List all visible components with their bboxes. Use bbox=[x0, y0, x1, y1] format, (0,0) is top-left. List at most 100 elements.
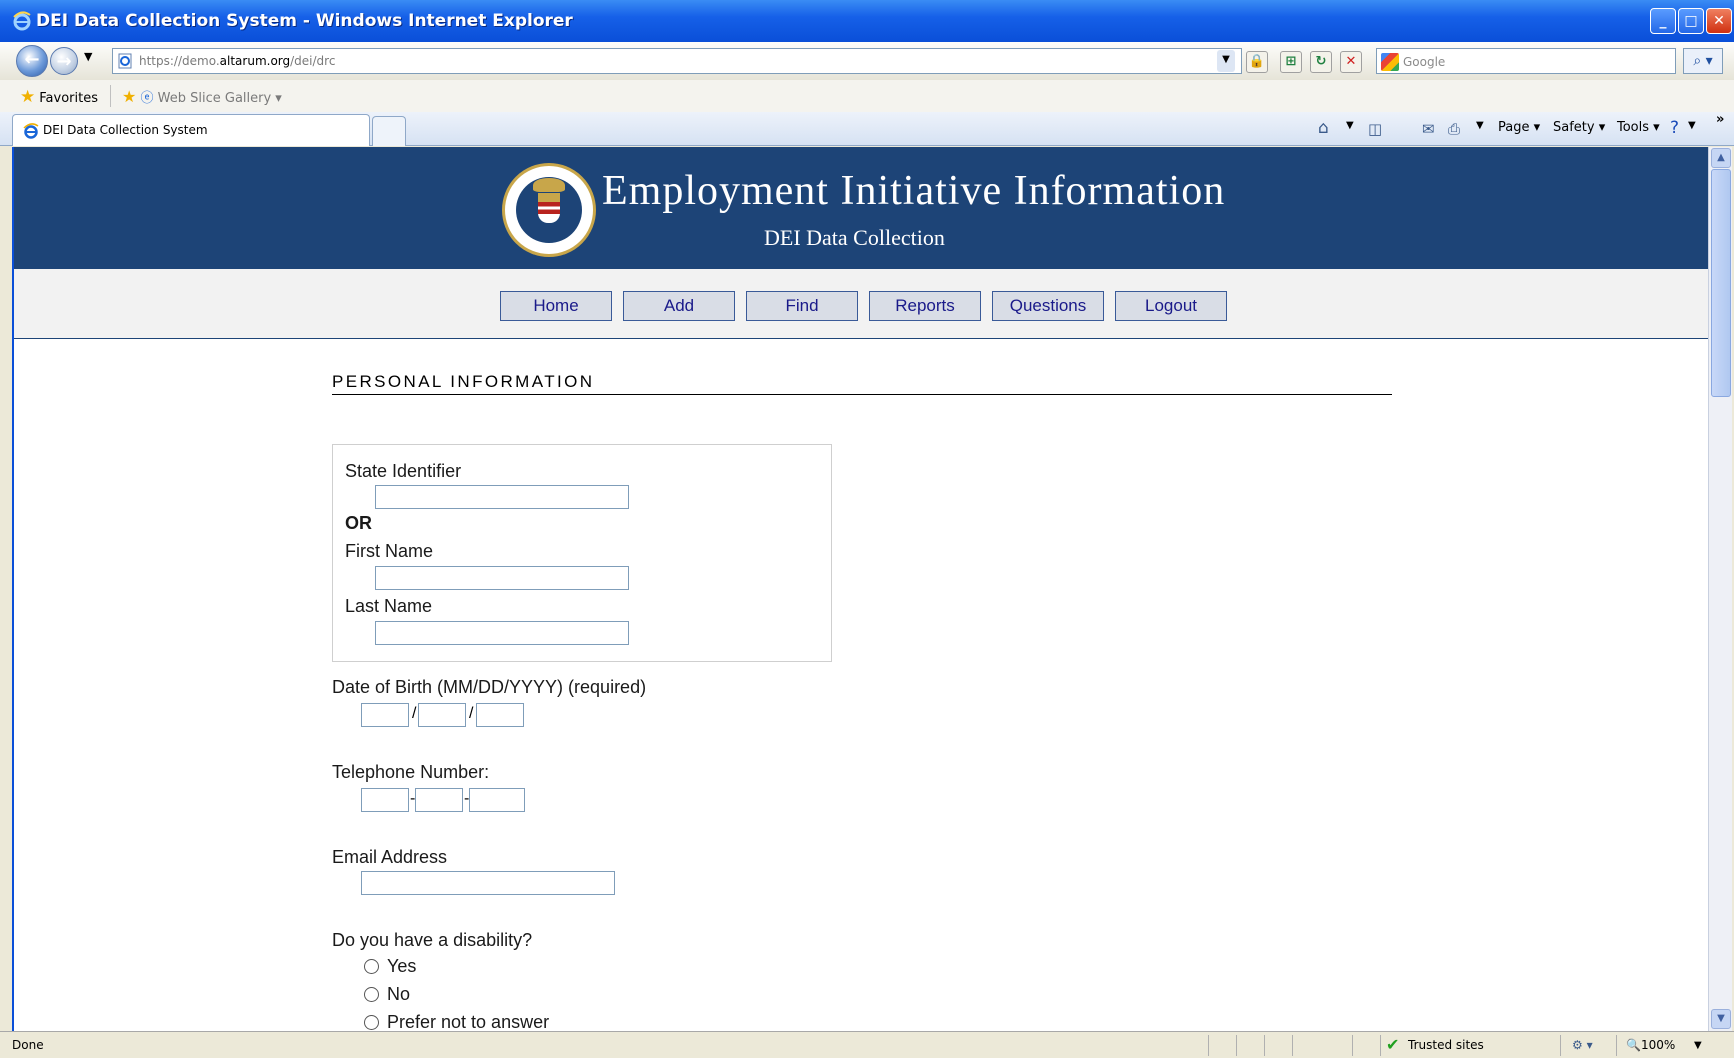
new-tab-button[interactable] bbox=[372, 116, 406, 146]
phone-area-input[interactable] bbox=[361, 788, 409, 812]
maximize-button[interactable]: □ bbox=[1678, 8, 1704, 34]
disability-no-label: No bbox=[387, 984, 411, 1004]
nav-reports-button[interactable]: Reports bbox=[869, 291, 981, 321]
dob-label: Date of Birth (MM/DD/YYYY) (required) bbox=[332, 677, 647, 697]
divider bbox=[1560, 1035, 1561, 1056]
section-divider bbox=[332, 394, 1392, 395]
banner-title: Employment Initiative Information bbox=[602, 168, 1226, 214]
ie-logo-icon bbox=[13, 11, 31, 31]
disability-prefer-not-label: Prefer not to answer bbox=[387, 1012, 550, 1031]
zoom-dropdown[interactable]: ▼ bbox=[1694, 1040, 1702, 1051]
disability-no-radio[interactable] bbox=[364, 987, 379, 1002]
dob-separator: / bbox=[469, 705, 474, 722]
divider bbox=[1208, 1035, 1209, 1056]
safety-menu[interactable]: Safety ▾ bbox=[1553, 120, 1605, 135]
identifier-group: State Identifier OR First Name Last Name bbox=[332, 444, 832, 662]
dob-separator: / bbox=[412, 705, 417, 722]
nav-questions-button[interactable]: Questions bbox=[992, 291, 1104, 321]
zoom-level[interactable]: 🔍100% bbox=[1626, 1038, 1675, 1052]
google-icon bbox=[1381, 53, 1399, 71]
email-input[interactable] bbox=[361, 871, 615, 895]
divider bbox=[110, 85, 111, 107]
ie-tab-icon bbox=[23, 123, 39, 139]
stop-icon[interactable]: ✕ bbox=[1340, 51, 1362, 73]
tab-label: DEI Data Collection System bbox=[43, 123, 208, 137]
phone-line-input[interactable] bbox=[469, 788, 525, 812]
vertical-scrollbar[interactable]: ▲ ▼ bbox=[1708, 147, 1732, 1031]
status-bar: Done ✔ Trusted sites ⚙ ▾ 🔍100% ▼ bbox=[0, 1031, 1734, 1058]
first-name-label: First Name bbox=[345, 541, 434, 561]
favorites-bar: ★ Favorites ★ ⓔ Web Slice Gallery ▾ bbox=[0, 80, 1734, 112]
divider bbox=[1616, 1035, 1617, 1056]
refresh-icon[interactable]: ↻ bbox=[1310, 51, 1332, 73]
help-icon[interactable]: ? bbox=[1670, 118, 1679, 138]
dob-month-input[interactable] bbox=[361, 703, 409, 727]
first-name-input[interactable] bbox=[375, 566, 629, 590]
dob-day-input[interactable] bbox=[418, 703, 466, 727]
phone-prefix-input[interactable] bbox=[415, 788, 463, 812]
eagle-icon bbox=[533, 178, 565, 192]
tools-menu[interactable]: Tools ▾ bbox=[1617, 120, 1660, 135]
nav-home-button[interactable]: Home bbox=[500, 291, 612, 321]
more-chevron-icon[interactable]: » bbox=[1716, 112, 1724, 127]
title-bar: DEI Data Collection System - Windows Int… bbox=[0, 0, 1734, 42]
department-of-labor-seal-logo bbox=[502, 163, 596, 257]
divider bbox=[1352, 1035, 1353, 1056]
dob-year-input[interactable] bbox=[476, 703, 524, 727]
main-nav bbox=[14, 269, 1708, 339]
protected-mode-icon[interactable]: ⚙ ▾ bbox=[1572, 1038, 1593, 1052]
lock-icon[interactable]: 🔒 bbox=[1246, 51, 1268, 73]
recent-pages-dropdown[interactable]: ▼ bbox=[84, 50, 92, 63]
browser-window: DEI Data Collection System - Windows Int… bbox=[0, 0, 1734, 1058]
nav-add-button[interactable]: Add bbox=[623, 291, 735, 321]
scroll-down-arrow-icon[interactable]: ▼ bbox=[1711, 1009, 1731, 1029]
search-field[interactable]: Google bbox=[1376, 48, 1676, 74]
zoom-icon: 🔍 bbox=[1626, 1038, 1641, 1052]
tab-dei-data-collection[interactable]: DEI Data Collection System bbox=[12, 114, 370, 146]
back-button[interactable]: ← bbox=[16, 45, 48, 77]
feeds-icon[interactable]: ◫ bbox=[1368, 120, 1382, 138]
divider bbox=[1380, 1035, 1381, 1056]
phone-label: Telephone Number: bbox=[332, 762, 490, 782]
last-name-input[interactable] bbox=[375, 621, 629, 645]
scroll-thumb[interactable] bbox=[1711, 169, 1731, 397]
address-field[interactable]: https://demo.altarum.org/dei/drc ▼ bbox=[112, 48, 1242, 74]
disability-yes-label: Yes bbox=[387, 956, 417, 976]
divider bbox=[1264, 1035, 1265, 1056]
address-dropdown-button[interactable]: ▼ bbox=[1217, 50, 1235, 72]
security-zone[interactable]: Trusted sites bbox=[1408, 1038, 1484, 1052]
divider bbox=[1236, 1035, 1237, 1056]
scroll-up-arrow-icon[interactable]: ▲ bbox=[1711, 148, 1731, 168]
banner-subtitle: DEI Data Collection bbox=[764, 225, 945, 250]
disability-yes-radio[interactable] bbox=[364, 959, 379, 974]
help-dropdown[interactable]: ▼ bbox=[1688, 120, 1696, 131]
home-dropdown[interactable]: ▼ bbox=[1346, 120, 1354, 131]
address-toolbar: ← → ▼ https://demo.altarum.org/dei/drc ▼… bbox=[0, 42, 1734, 80]
checkmark-icon: ✔ bbox=[1386, 1035, 1400, 1054]
home-icon[interactable]: ⌂ bbox=[1318, 118, 1329, 138]
forward-button[interactable]: → bbox=[50, 47, 78, 75]
disability-prefer-not-radio[interactable] bbox=[364, 1015, 379, 1030]
state-identifier-input[interactable] bbox=[375, 485, 629, 509]
status-text: Done bbox=[12, 1038, 44, 1052]
close-button[interactable]: ✕ bbox=[1706, 8, 1732, 34]
web-slice-gallery-link[interactable]: ★ ⓔ Web Slice Gallery ▾ bbox=[122, 87, 282, 106]
compatibility-icon[interactable]: ⊞ bbox=[1280, 51, 1302, 73]
nav-logout-button[interactable]: Logout bbox=[1115, 291, 1227, 321]
print-icon[interactable]: ⎙ bbox=[1448, 120, 1460, 138]
divider bbox=[1292, 1035, 1293, 1056]
favorites-button[interactable]: ★ Favorites bbox=[20, 87, 98, 107]
ie-page-icon: ⓔ bbox=[140, 91, 154, 106]
or-label: OR bbox=[345, 513, 372, 533]
shield-icon bbox=[538, 193, 560, 223]
minimize-button[interactable]: _ bbox=[1650, 8, 1676, 34]
tab-bar: DEI Data Collection System ⌂ ▼ ◫ ✉ ⎙ ▼ P… bbox=[0, 112, 1734, 146]
search-button[interactable]: ⌕ ▾ bbox=[1683, 48, 1723, 74]
email-label: Email Address bbox=[332, 847, 448, 867]
last-name-label: Last Name bbox=[345, 596, 433, 616]
print-dropdown[interactable]: ▼ bbox=[1476, 120, 1484, 131]
read-mail-icon[interactable]: ✉ bbox=[1422, 120, 1435, 138]
page-menu[interactable]: Page ▾ bbox=[1498, 120, 1540, 135]
search-placeholder: Google bbox=[1403, 55, 1446, 69]
nav-find-button[interactable]: Find bbox=[746, 291, 858, 321]
